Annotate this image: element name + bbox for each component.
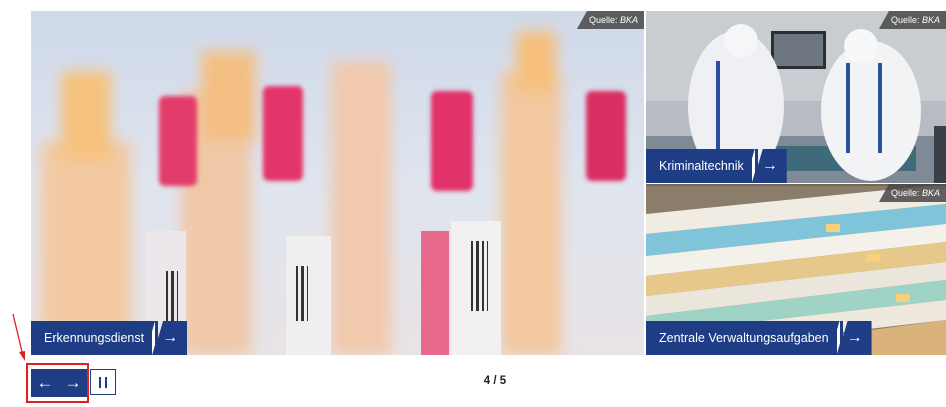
- credit-source: BKA: [921, 15, 940, 25]
- pointer-arrow-icon: [12, 313, 25, 361]
- credit-label: Quelle:: [890, 15, 920, 25]
- image-credit: Quelle: BKA: [878, 11, 946, 29]
- caption-label: Erkennungsdienst: [31, 321, 159, 355]
- caption-link-zentrale-verwaltungsaufgaben[interactable]: Zentrale Verwaltungsaufgaben →: [646, 321, 872, 355]
- pause-button[interactable]: [90, 369, 116, 395]
- credit-source: BKA: [921, 188, 940, 198]
- slide-tile-erkennungsdienst[interactable]: Quelle: BKA Erkennungsdienst →: [31, 11, 644, 355]
- credit-source: BKA: [619, 15, 638, 25]
- pause-icon: [99, 376, 107, 388]
- image-credit: Quelle: BKA: [576, 11, 644, 29]
- arrow-right-icon: →: [752, 149, 787, 183]
- slide-counter: 4 / 5: [483, 375, 507, 387]
- slide-tile-kriminaltechnik[interactable]: Quelle: BKA Kriminaltechnik →: [646, 11, 946, 183]
- prev-slide-button[interactable]: ←: [31, 369, 59, 397]
- caption-link-erkennungsdienst[interactable]: Erkennungsdienst →: [31, 321, 188, 355]
- credit-label: Quelle:: [588, 15, 618, 25]
- caption-label: Zentrale Verwaltungsaufgaben: [646, 321, 843, 355]
- slide-tile-zentrale-verwaltungsaufgaben[interactable]: Quelle: BKA Zentrale Verwaltungsaufgaben…: [646, 184, 946, 355]
- arrow-left-icon: ←: [36, 373, 54, 392]
- arrow-right-icon: →: [64, 373, 82, 392]
- caption-link-kriminaltechnik[interactable]: Kriminaltechnik →: [646, 149, 787, 183]
- caption-label: Kriminaltechnik: [646, 149, 758, 183]
- arrow-right-icon: →: [837, 321, 872, 355]
- carousel-controls: ← →: [31, 369, 116, 397]
- image-credit: Quelle: BKA: [878, 184, 946, 202]
- tubes-photo: [31, 11, 644, 355]
- arrow-right-icon: →: [153, 321, 188, 355]
- next-slide-button[interactable]: →: [59, 369, 87, 397]
- credit-label: Quelle:: [890, 188, 920, 198]
